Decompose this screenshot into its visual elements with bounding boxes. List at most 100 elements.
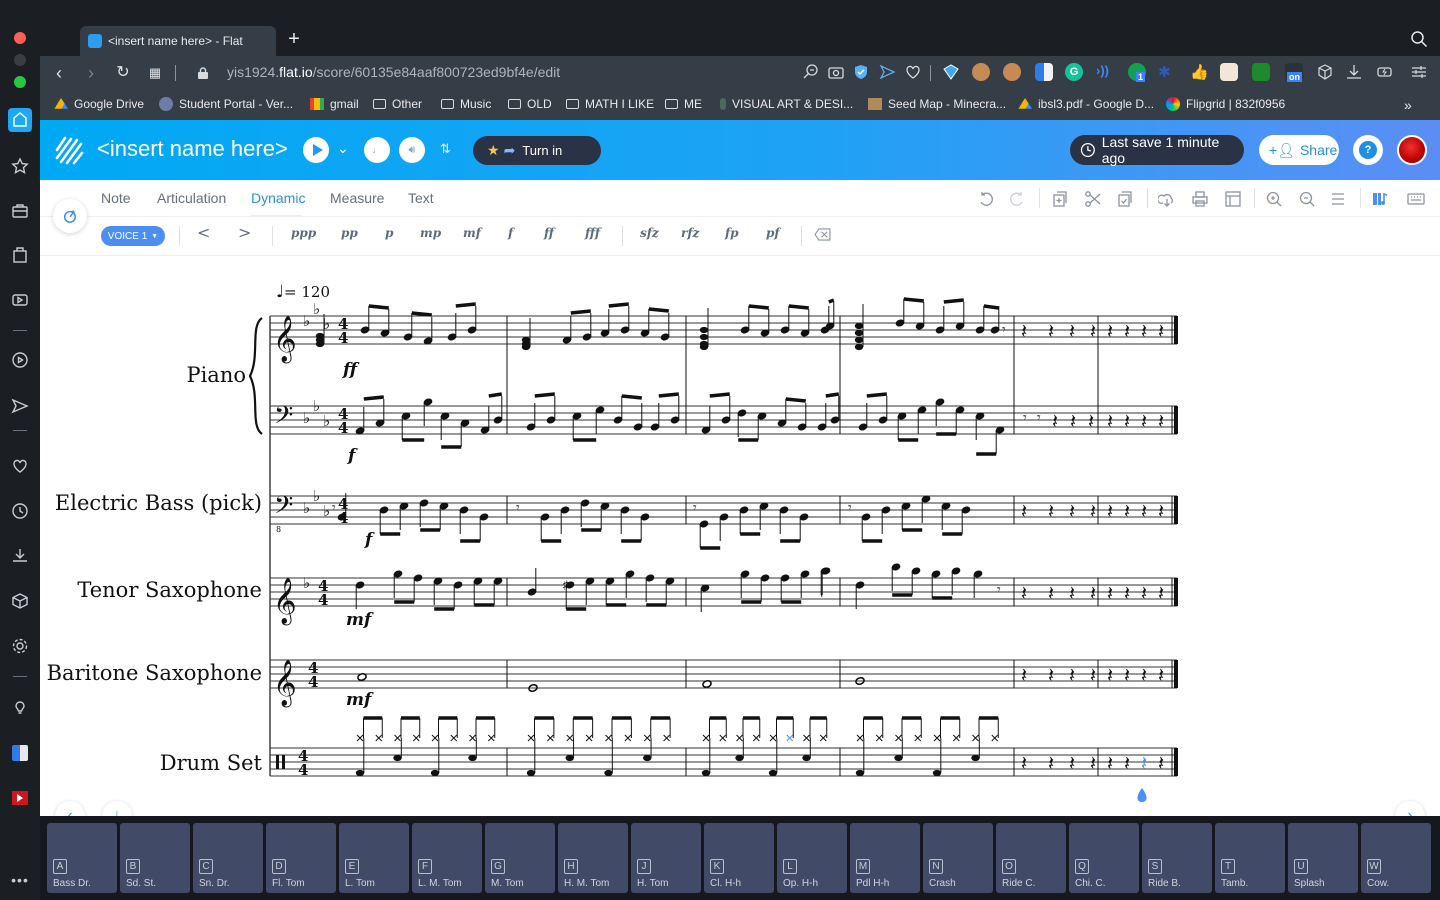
- score-title[interactable]: <insert name here>: [97, 136, 288, 162]
- keyboard-icon[interactable]: [1407, 190, 1425, 208]
- play-button[interactable]: [303, 137, 329, 163]
- tab-articulation[interactable]: Articulation: [157, 190, 226, 206]
- cloud-upload-icon[interactable]: [1157, 190, 1176, 208]
- bookmark-ibsl3[interactable]: ibsl3.pdf - Google D...: [1018, 97, 1154, 111]
- minimize-window-button[interactable]: [14, 54, 26, 66]
- paste-icon[interactable]: [1116, 190, 1134, 208]
- translate-extension-icon[interactable]: [1035, 63, 1053, 81]
- send-icon[interactable]: [878, 63, 896, 81]
- accent-sfz-button[interactable]: sfz: [640, 226, 659, 240]
- dynamic-ff-button[interactable]: ff: [544, 226, 554, 240]
- bookmark-folder-old[interactable]: OLD: [508, 97, 552, 111]
- dynamic-ppp-button[interactable]: ppp: [291, 226, 316, 240]
- accent-pf-button[interactable]: pf: [766, 226, 780, 240]
- more-icon[interactable]: •••: [8, 868, 32, 892]
- drum-pad-ride-b[interactable]: S Ride B.: [1142, 823, 1212, 893]
- puzzle-icon[interactable]: ✱: [1158, 63, 1176, 81]
- history-icon[interactable]: [8, 499, 32, 523]
- drum-pad-splash[interactable]: U Splash: [1288, 823, 1358, 893]
- edit-mode-button[interactable]: [53, 199, 87, 233]
- zoom-out-icon[interactable]: [802, 63, 820, 81]
- bookmark-visual-art[interactable]: VISUAL ART & DESI...: [720, 97, 853, 111]
- drum-pad-ride-c[interactable]: O Ride C.: [996, 823, 1066, 893]
- shield-icon[interactable]: [852, 63, 870, 81]
- delete-dynamic-icon[interactable]: [814, 228, 831, 246]
- bookmark-seed-map[interactable]: Seed Map - Minecra...: [868, 97, 1006, 111]
- drum-pad-l-tom[interactable]: E L. Tom: [339, 823, 409, 893]
- forward-button[interactable]: ›: [80, 62, 102, 84]
- dynamic-fff-button[interactable]: fff: [585, 226, 600, 240]
- tab-search-icon[interactable]: [1410, 30, 1428, 48]
- drum-pad-cl-h-h[interactable]: K Cl. H-h: [704, 823, 774, 893]
- browser-tab[interactable]: <insert name here> - Flat: [80, 26, 276, 56]
- wifi-extension-icon[interactable]: ›)): [1096, 63, 1114, 81]
- reload-button[interactable]: ↻: [112, 62, 134, 84]
- camera-icon[interactable]: [827, 63, 845, 81]
- bookmark-folder-me[interactable]: ME: [665, 97, 702, 111]
- score-notation[interactable]: 𝄞♭♭♭44𝄢♭♭♭44𝄢8♭♭♭44𝄞♭44𝄞4444𝄾𝄽𝄽𝄽𝄽𝄽𝄽𝄽𝄽𝄾𝄾𝄽…: [40, 256, 1440, 816]
- book-extension-icon[interactable]: [1220, 63, 1238, 81]
- piano-instrument-icon[interactable]: [1371, 190, 1389, 208]
- dynamic-p-button[interactable]: p: [385, 226, 393, 240]
- tab-measure[interactable]: Measure: [330, 190, 384, 206]
- share-button[interactable]: +👤︎ Share: [1259, 135, 1339, 165]
- voice-selector[interactable]: VOICE 1 ▼: [101, 226, 165, 246]
- instrument-name-piano[interactable]: Piano: [186, 363, 246, 387]
- bookmark-flipgrid[interactable]: Flipgrid | 832f0956: [1166, 97, 1285, 111]
- zoom-out-icon[interactable]: [1298, 190, 1316, 208]
- crescendo-button[interactable]: <: [197, 223, 210, 242]
- dynamic-f-electric-bass[interactable]: f: [365, 530, 372, 550]
- play-options-chevron-icon[interactable]: ⌄: [337, 140, 349, 157]
- drum-pad-h-tom[interactable]: J H. Tom: [631, 823, 701, 893]
- instrument-name-tenor-sax[interactable]: Tenor Saxophone: [77, 578, 262, 602]
- tempo-marking[interactable]: ♩= 120: [276, 282, 330, 302]
- dynamic-f-piano-bass[interactable]: f: [348, 446, 355, 466]
- drum-pad-chi-c[interactable]: Q Chi. C.: [1069, 823, 1139, 893]
- drum-pad-bass-dr[interactable]: A Bass Dr.: [47, 823, 117, 893]
- settings-gear-icon[interactable]: [8, 634, 32, 658]
- accent-rfz-button[interactable]: rfz: [681, 226, 699, 240]
- heart-icon[interactable]: [8, 454, 32, 478]
- dynamic-mf-tenor-sax[interactable]: mf: [346, 610, 371, 630]
- bookmark-gmail[interactable]: gmail: [310, 97, 359, 111]
- heart-icon[interactable]: [904, 63, 922, 81]
- turn-in-button[interactable]: ★ ➦ Turn in: [473, 136, 601, 165]
- tabs-grid-icon[interactable]: ▦: [144, 62, 166, 84]
- cube-icon[interactable]: [1316, 63, 1334, 81]
- character-extension-icon-2[interactable]: [1003, 63, 1021, 81]
- toggle-extension-icon[interactable]: on: [1285, 63, 1303, 82]
- video-icon[interactable]: [8, 288, 32, 312]
- close-window-button[interactable]: [14, 32, 26, 44]
- instrument-name-drum-set[interactable]: Drum Set: [160, 751, 262, 775]
- bookmark-folder-music[interactable]: Music: [441, 97, 491, 111]
- decrescendo-button[interactable]: >: [238, 223, 251, 242]
- bookmark-google-drive[interactable]: Google Drive: [54, 97, 144, 111]
- mixer-icon[interactable]: ⇅: [440, 141, 451, 157]
- scissors-icon[interactable]: [1084, 190, 1102, 208]
- lock-icon[interactable]: [198, 66, 208, 79]
- briefcase-icon[interactable]: [8, 199, 32, 223]
- last-save-status[interactable]: Last save 1 minute ago: [1070, 134, 1244, 166]
- tab-note[interactable]: Note: [101, 190, 131, 206]
- new-tab-button[interactable]: +: [284, 28, 304, 51]
- chat-extension-icon[interactable]: 1: [1128, 63, 1146, 82]
- url-field[interactable]: yis1924.flat.io/score/60135e84aaf800723e…: [227, 64, 560, 80]
- drum-pad-pdl-h-h[interactable]: M Pdl H-h: [850, 823, 920, 893]
- add-measure-icon[interactable]: [1051, 190, 1069, 208]
- instrument-name-electric-bass[interactable]: Electric Bass (pick): [55, 491, 262, 515]
- metronome-icon[interactable]: ♩: [364, 137, 390, 163]
- print-icon[interactable]: [1191, 190, 1209, 208]
- drum-pad-crash[interactable]: N Crash: [923, 823, 993, 893]
- drum-pad-op-h-h[interactable]: L Op. H-h: [777, 823, 847, 893]
- redo-icon[interactable]: [1008, 190, 1026, 208]
- dynamic-f-button[interactable]: f: [508, 226, 513, 240]
- youtube-extension-icon[interactable]: [8, 786, 32, 810]
- cube-icon[interactable]: [8, 589, 32, 613]
- drum-pad-sd-st[interactable]: B Sd. St.: [120, 823, 190, 893]
- bookmarks-overflow-button[interactable]: »: [1404, 97, 1412, 113]
- drum-pad-cow[interactable]: W Cow.: [1361, 823, 1431, 893]
- translate-extension-icon[interactable]: [8, 741, 32, 765]
- bookmark-folder-math[interactable]: MATH I LIKE: [566, 97, 654, 111]
- star-icon[interactable]: [8, 154, 32, 178]
- grammarly-icon[interactable]: G: [1065, 63, 1083, 81]
